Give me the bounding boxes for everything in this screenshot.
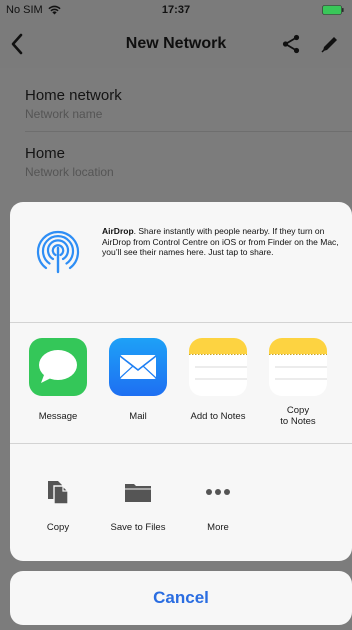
share-mail-button[interactable]: Mail — [98, 338, 178, 422]
messages-icon — [29, 338, 87, 396]
battery-icon — [322, 5, 344, 15]
share-item-label: Mail — [129, 411, 147, 422]
share-add-to-notes-button[interactable]: Add to Notes — [178, 338, 258, 422]
share-actions-row: Copy Save to Files More — [10, 444, 352, 561]
network-location-field[interactable]: Home Network location — [25, 145, 114, 179]
share-item-label: Message — [38, 411, 78, 422]
airdrop-title: AirDrop — [102, 226, 134, 236]
divider — [25, 131, 352, 132]
network-name-label: Network name — [25, 107, 103, 121]
airdrop-section: AirDrop. Share instantly with people nea… — [10, 202, 352, 322]
save-to-files-button[interactable]: Save to Files — [98, 477, 178, 533]
action-label: More — [207, 522, 229, 533]
action-label: Copy — [46, 522, 70, 533]
more-icon — [206, 489, 230, 495]
notes-icon — [189, 338, 247, 396]
airdrop-body: . Share instantly with people nearby. If… — [102, 226, 339, 257]
copy-icon — [48, 481, 69, 505]
share-item-label: Add to Notes — [190, 411, 246, 422]
network-name-value: Home network — [25, 87, 122, 104]
copy-action-button[interactable]: Copy — [18, 477, 98, 533]
navigation-bar: New Network — [0, 20, 352, 68]
action-label: Save to Files — [110, 522, 166, 533]
cancel-button[interactable]: Cancel — [10, 571, 352, 625]
network-location-value: Home — [25, 145, 66, 162]
status-bar: No SIM 17:37 — [0, 0, 352, 20]
pencil-icon[interactable] — [320, 34, 340, 54]
network-name-field[interactable]: Home network Network name — [25, 87, 122, 121]
clock: 17:37 — [161, 4, 191, 16]
share-apps-row: Message Mail Add to Notes Copy to Notes — [10, 323, 352, 443]
mail-icon — [109, 338, 167, 396]
network-location-label: Network location — [25, 165, 114, 179]
airdrop-description: AirDrop. Share instantly with people nea… — [102, 226, 342, 258]
more-button[interactable]: More — [178, 477, 258, 533]
share-copy-to-notes-button[interactable]: Copy to Notes — [258, 338, 338, 427]
folder-icon — [125, 484, 151, 502]
share-icon[interactable] — [282, 34, 300, 54]
share-sheet: AirDrop. Share instantly with people nea… — [10, 202, 352, 561]
share-item-label: Copy to Notes — [280, 405, 316, 427]
airdrop-icon[interactable] — [30, 222, 86, 278]
share-message-button[interactable]: Message — [18, 338, 98, 422]
notes-icon — [269, 338, 327, 396]
